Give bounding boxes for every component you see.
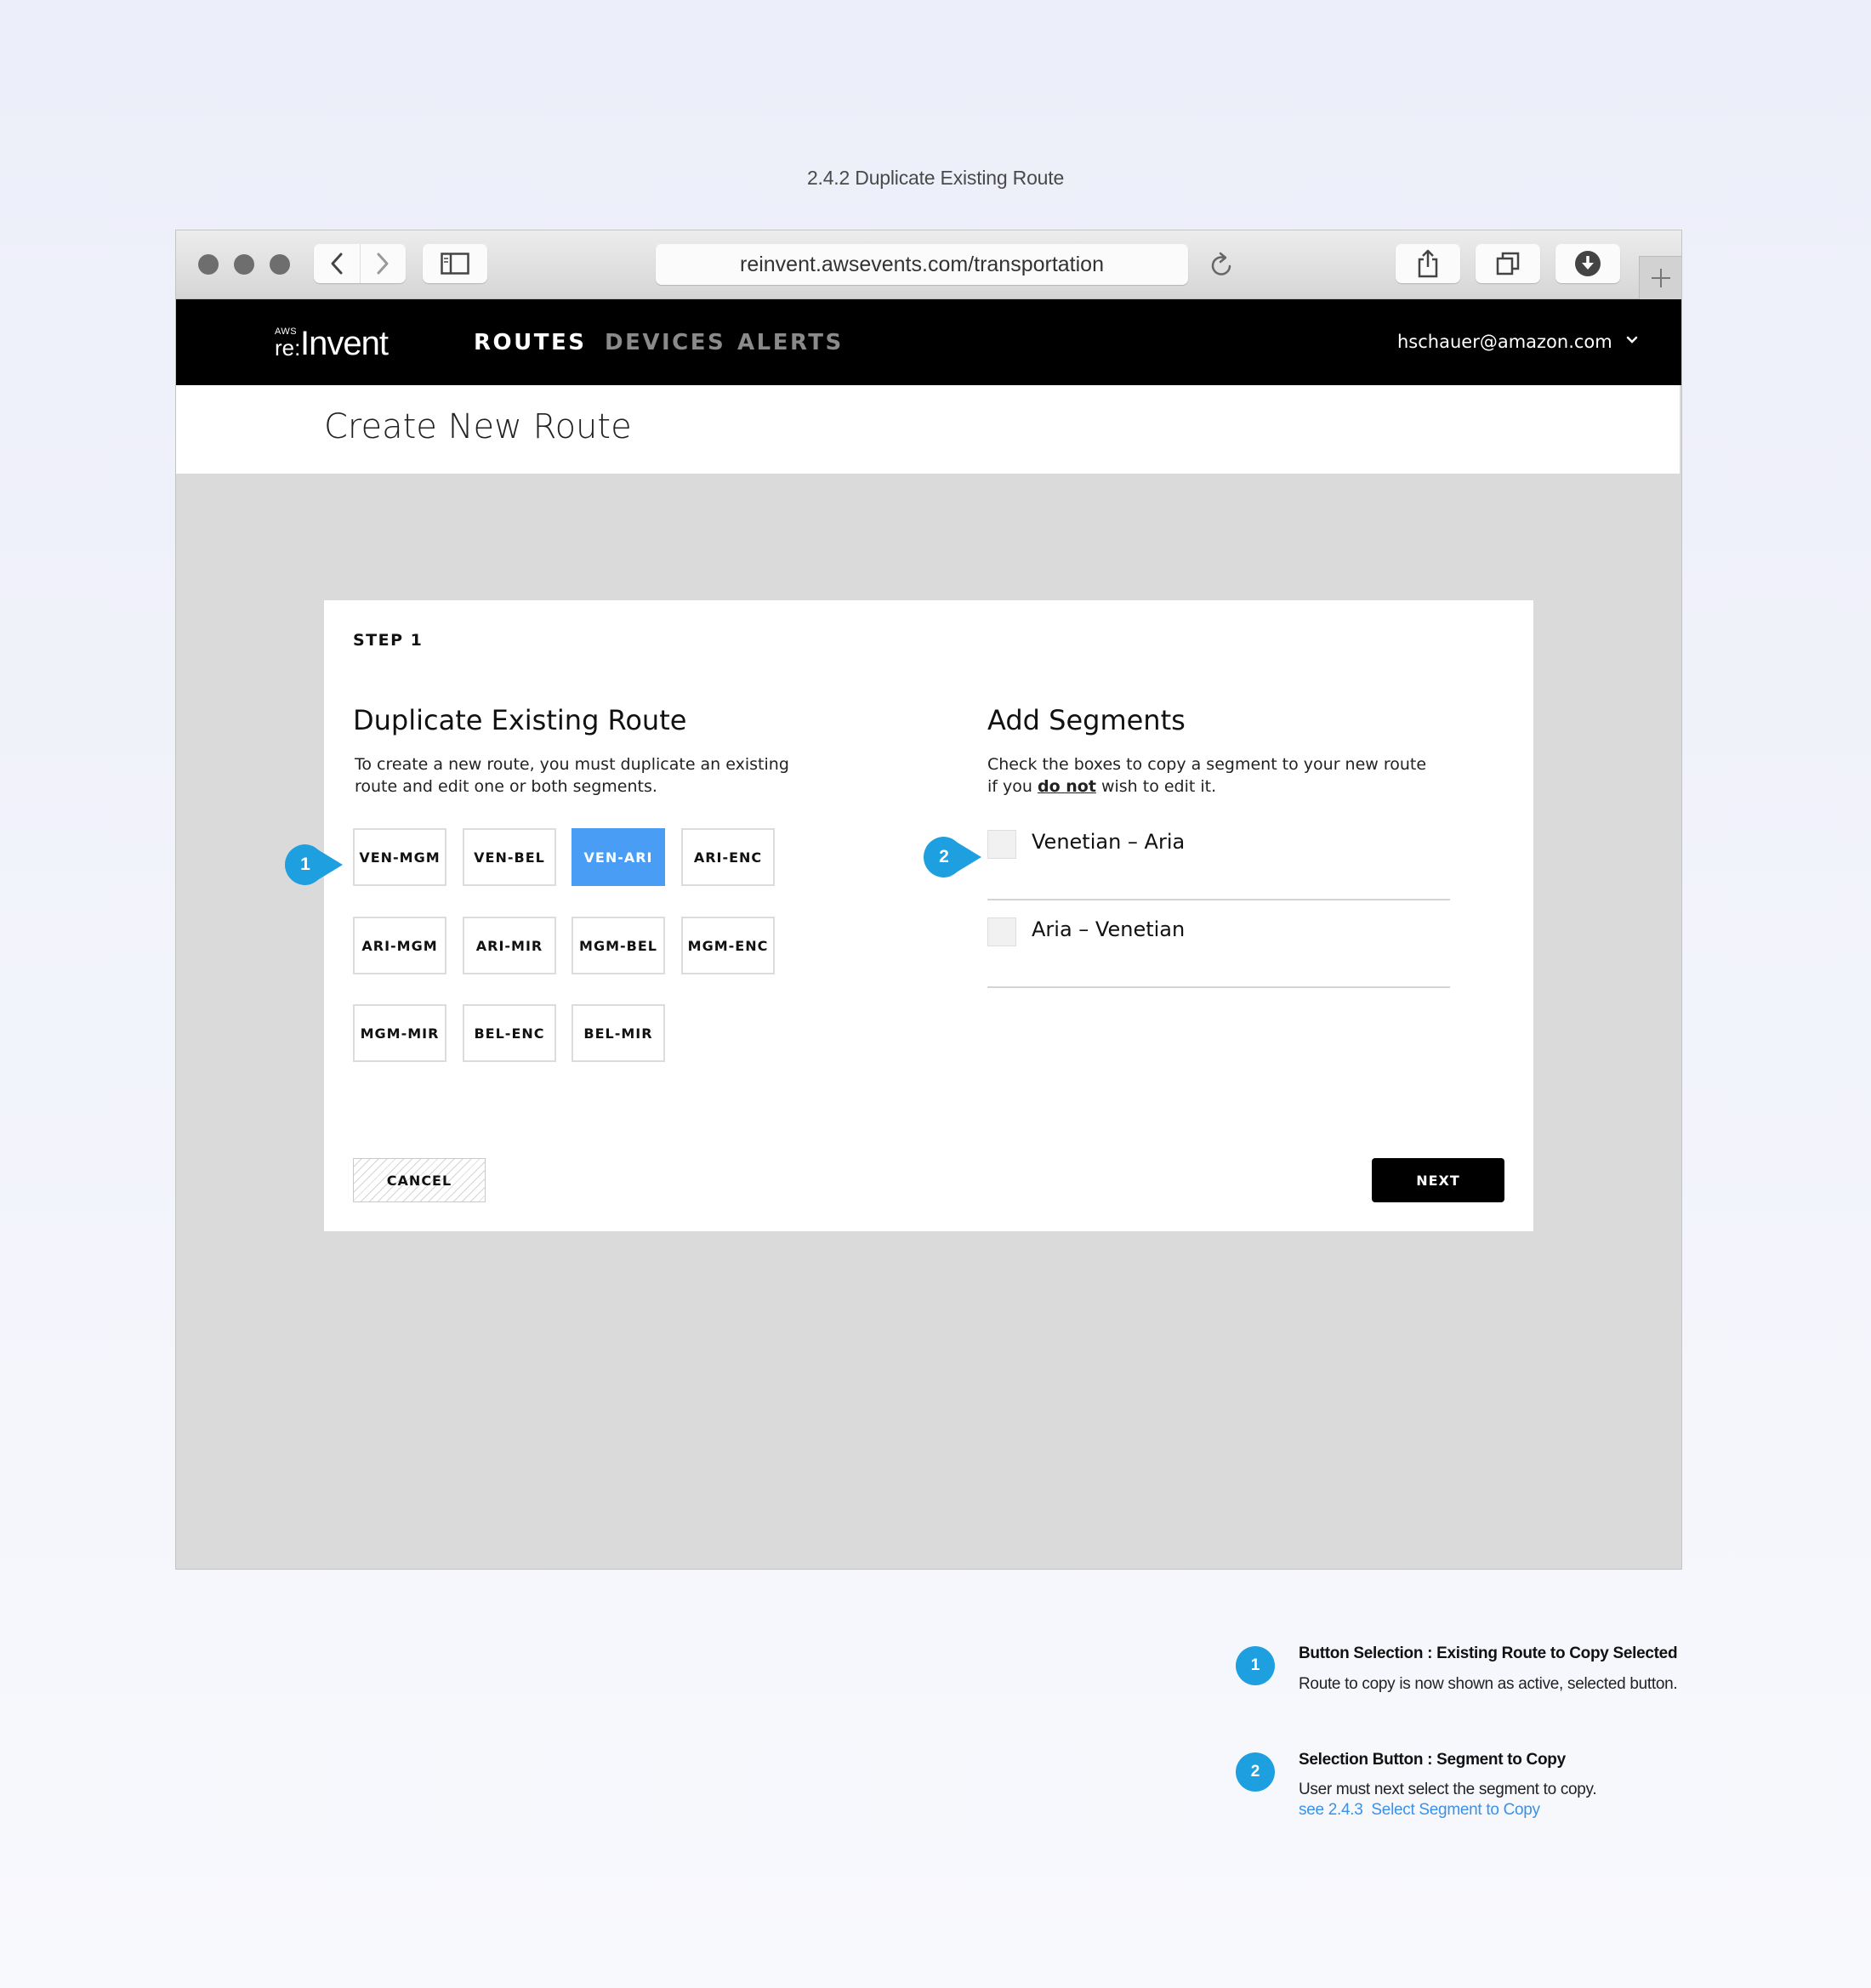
nav-routes[interactable]: ROUTES (474, 330, 586, 355)
add-segments-description: Check the boxes to copy a segment to you… (987, 753, 1426, 798)
segment-row-venetian-aria: Venetian – Aria (987, 813, 1450, 900)
annotation-marker-1: 1 (283, 843, 343, 887)
route-button-ari-mir[interactable]: ARI-MIR (463, 917, 556, 974)
segment-checkbox-aria-venetian[interactable] (987, 917, 1016, 946)
chevron-right-icon (377, 253, 389, 275)
note-2-link[interactable]: see 2.4.3 Select Segment to Copy (1299, 1801, 1540, 1820)
note-2-badge: 2 (1236, 1752, 1275, 1792)
share-button[interactable] (1396, 244, 1460, 283)
reload-icon (1211, 252, 1231, 275)
browser-toolbar: reinvent.awsevents.com/transportation (176, 230, 1681, 299)
annotation-marker-1-number: 1 (300, 855, 310, 874)
segment-label-aria-venetian: Aria – Venetian (1032, 917, 1186, 941)
segments-desc-line-2: if you do not wish to edit it. (987, 775, 1426, 798)
nav-devices[interactable]: DEVICES (605, 330, 725, 355)
create-route-card: STEP 1 Duplicate Existing Route To creat… (324, 600, 1533, 1231)
route-button-ari-enc[interactable]: ARI-ENC (681, 828, 775, 886)
download-icon (1575, 251, 1601, 276)
segments-desc-line-1: Check the boxes to copy a segment to you… (987, 755, 1427, 774)
route-button-bel-enc[interactable]: BEL-ENC (463, 1004, 556, 1062)
route-button-mgm-enc[interactable]: MGM-ENC (681, 917, 775, 974)
route-button-mgm-mir[interactable]: MGM-MIR (353, 1004, 446, 1062)
nav-alerts[interactable]: ALERTS (737, 330, 844, 355)
next-button[interactable]: NEXT (1372, 1158, 1504, 1202)
sidebar-icon (441, 253, 469, 275)
step-label: STEP 1 (353, 631, 424, 650)
duplicate-route-description: To create a new route, you must duplicat… (355, 753, 789, 798)
plus-icon (1651, 269, 1670, 287)
forward-button[interactable] (361, 244, 407, 283)
note-1-text: Route to copy is now shown as active, se… (1299, 1675, 1678, 1693)
route-button-ven-ari[interactable]: VEN-ARI (572, 828, 665, 886)
sidebar-toggle-button[interactable] (423, 244, 487, 283)
add-segments-title: Add Segments (987, 704, 1186, 736)
chevron-down-icon[interactable] (1625, 335, 1639, 345)
user-email[interactable]: hschauer@amazon.com (1397, 332, 1612, 352)
cancel-button[interactable]: CANCEL (353, 1158, 486, 1202)
segment-checkbox-venetian-aria[interactable] (987, 830, 1016, 859)
note-2-title: Selection Button : Segment to Copy (1299, 1751, 1566, 1769)
route-button-ven-bel[interactable]: VEN-BEL (463, 828, 556, 886)
annotation-marker-2-number: 2 (939, 847, 949, 866)
close-window-button[interactable] (198, 254, 219, 275)
page-header: Create New Route (176, 385, 1680, 474)
note-2-text: User must next select the segment to cop… (1299, 1781, 1597, 1798)
tabs-icon (1496, 252, 1520, 275)
back-forward-group (314, 244, 406, 283)
annotation-marker-2: 2 (922, 835, 981, 879)
route-button-ari-mgm[interactable]: ARI-MGM (353, 917, 446, 974)
downloads-button[interactable] (1555, 244, 1620, 283)
duplicate-route-title: Duplicate Existing Route (353, 704, 687, 736)
segment-row-aria-venetian: Aria – Venetian (987, 900, 1450, 988)
route-button-bel-mir[interactable]: BEL-MIR (572, 1004, 665, 1062)
note-1-title: Button Selection : Existing Route to Cop… (1299, 1644, 1678, 1662)
browser-window: reinvent.awsevents.com/transportation AW… (175, 230, 1682, 1570)
page-title: Create New Route (324, 407, 632, 446)
address-bar[interactable]: reinvent.awsevents.com/transportation (656, 244, 1188, 285)
route-button-mgm-bel[interactable]: MGM-BEL (572, 917, 665, 974)
segments-desc-emphasis: do not (1037, 777, 1096, 796)
share-icon (1418, 249, 1438, 278)
minimize-window-button[interactable] (234, 254, 254, 275)
app-navbar: AWS re: Invent ROUTES DEVICES ALERTS hsc… (176, 299, 1681, 385)
chevron-left-icon (331, 253, 343, 275)
segments-desc-post: wish to edit it. (1095, 777, 1217, 796)
zoom-window-button[interactable] (270, 254, 290, 275)
new-tab-button[interactable] (1639, 256, 1681, 299)
note-1-badge: 1 (1236, 1646, 1275, 1685)
logo-invent-text: Invent (300, 325, 389, 362)
tabs-overview-button[interactable] (1476, 244, 1540, 283)
duplicate-desc-line-2: route and edit one or both segments. (355, 777, 657, 796)
segment-label-venetian-aria: Venetian – Aria (1032, 830, 1186, 854)
route-button-ven-mgm[interactable]: VEN-MGM (353, 828, 446, 886)
back-button[interactable] (314, 244, 361, 283)
segments-desc-pre: if you (987, 777, 1038, 796)
logo-re-text: re: (275, 335, 301, 361)
duplicate-desc-line-1: To create a new route, you must duplicat… (355, 755, 789, 774)
reload-button[interactable] (1208, 251, 1234, 281)
doc-title: 2.4.2 Duplicate Existing Route (806, 167, 1065, 189)
